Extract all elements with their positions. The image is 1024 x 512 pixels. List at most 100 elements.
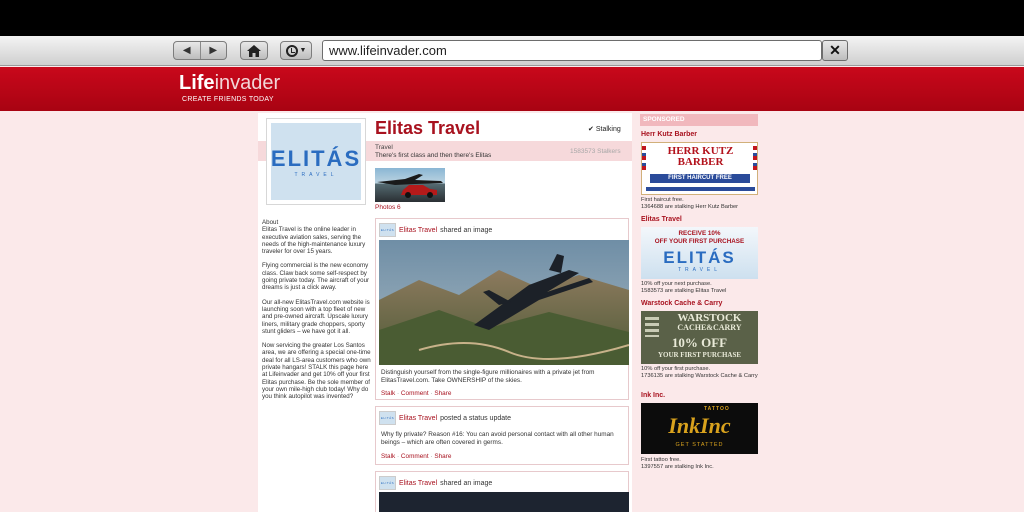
ad-description: First haircut free. 1364688 are stalking… (641, 197, 759, 211)
ad-image-text: GET STATTED (675, 442, 724, 448)
stalker-count: 1583573 Stalkers (570, 148, 621, 155)
comment-link[interactable]: Comment (401, 390, 429, 397)
sponsored-header: SPONSORED (640, 114, 758, 126)
about-paragraph: Now servicing the greater Los Santos are… (262, 342, 371, 401)
logo-subtext: TRAVEL (294, 171, 338, 178)
ad-description: 10% off your next purchase. 1583573 are … (641, 281, 759, 295)
barber-pole-icon (753, 146, 757, 172)
dropdown-caret-icon: ▼ (299, 47, 307, 54)
nav-buttons: ◀ ▶ (173, 41, 227, 60)
post-header: ELITÁS Elitas Travel shared an image (379, 223, 492, 237)
ad-offer: First haircut free. (641, 197, 684, 203)
ad-stalkers: 1583573 are stalking Elitas Travel (641, 287, 727, 294)
post-text: Distinguish yourself from the single-fig… (381, 369, 595, 384)
stalking-label: Stalking (595, 126, 621, 133)
back-arrow-icon: ◀ (182, 45, 191, 56)
site-tagline: CREATE FRIENDS TODAY (182, 96, 274, 103)
ad-offer: 10% off your next purchase. (641, 281, 712, 287)
post-image[interactable] (379, 240, 629, 365)
ad-title[interactable]: Herr Kutz Barber (641, 131, 697, 138)
stalk-link[interactable]: Stalk (381, 390, 395, 397)
ad-image-text: RECEIVE 10% (678, 230, 721, 237)
post-author[interactable]: Elitas Travel (399, 415, 437, 422)
barber-pole-icon (642, 146, 646, 172)
site-header: Lifeinvader CREATE FRIENDS TODAY (0, 67, 1024, 111)
photo-thumbnail[interactable] (375, 168, 445, 202)
checkmark-icon: ✔ (588, 126, 594, 133)
ad-description: 10% off your first purchase. 1736135 are… (641, 366, 759, 380)
profile-description: There's first class and then there's Eli… (375, 152, 492, 159)
ad-image-text: WARSTOCK (677, 312, 742, 324)
ad-image-text: TRAVEL (677, 267, 722, 273)
post-header: ELITÁS Elitas Travel posted a status upd… (379, 411, 511, 425)
ad-image-text: OFF YOUR FIRST PURCHASE (654, 238, 745, 245)
back-button[interactable]: ◀ (174, 42, 200, 59)
logo-bold: Life (179, 72, 215, 94)
ad-title[interactable]: Warstock Cache & Carry (641, 300, 722, 307)
address-bar[interactable]: www.lifeinvader.com (322, 40, 822, 61)
ad-image-text: FIRST HAIRCUT FREE (650, 174, 750, 183)
comment-link[interactable]: Comment (401, 453, 429, 460)
post-action: posted a status update (440, 414, 511, 422)
ad-image-text: YOUR FIRST PURCHASE (657, 351, 742, 359)
post-actions: Stalk · Comment · Share (381, 453, 452, 460)
feed-post: ELITÁS Elitas Travel posted a status upd… (375, 406, 629, 465)
post-text: Why fly private? Reason #16: You can avo… (381, 431, 614, 446)
profile-picture[interactable]: ELITÁS TRAVEL (266, 118, 366, 205)
post-author[interactable]: Elitas Travel (399, 480, 437, 487)
close-icon: ✕ (829, 42, 841, 58)
forward-button[interactable]: ▶ (199, 42, 227, 59)
ad-title[interactable]: Elitas Travel (641, 216, 682, 223)
ad-title[interactable]: Ink Inc. (641, 392, 665, 399)
ad-image-text: InkInc (668, 413, 731, 438)
ad-stalkers: 1364688 are stalking Herr Kutz Barber (641, 203, 739, 210)
ad-image-elitas[interactable]: RECEIVE 10% OFF YOUR FIRST PURCHASE ELIT… (641, 227, 758, 279)
avatar[interactable]: ELITÁS (379, 476, 396, 490)
ad-stripe (646, 187, 755, 191)
ad-description: First tattoo free. 1397557 are stalking … (641, 457, 759, 471)
ad-image-text: ELITÁS (663, 248, 736, 267)
share-link[interactable]: Share (434, 453, 451, 460)
ad-offer: First tattoo free. (641, 457, 681, 463)
stalking-toggle[interactable]: ✔ Stalking (588, 125, 621, 133)
ad-image-ink-inc[interactable]: TATTOO InkInc GET STATTED (641, 403, 758, 454)
post-author[interactable]: Elitas Travel (399, 227, 437, 234)
avatar[interactable]: ELITÁS (379, 411, 396, 425)
site-logo[interactable]: Lifeinvader (179, 72, 280, 95)
chevron-icon (645, 317, 659, 337)
jet-over-mountains-image (379, 240, 629, 365)
ad-image-text: CACHE&CARRY (677, 323, 742, 332)
clock-icon (285, 44, 298, 57)
feed-post: ELITÁS Elitas Travel shared an image (375, 471, 629, 512)
home-icon (247, 44, 261, 57)
logo-light: invader (214, 72, 281, 94)
about-paragraph: Elitas Travel is the online leader in ex… (262, 226, 366, 256)
browser-toolbar: ◀ ▶ ▼ www.lifeinvader.com ✕ (0, 36, 1024, 66)
ad-offer: 10% off your first purchase. (641, 366, 711, 372)
ad-stalkers: 1397557 are stalking Ink Inc. (641, 463, 714, 470)
profile-category: Travel (375, 144, 393, 151)
about-paragraph: Flying commercial is the new economy cla… (262, 262, 370, 292)
photos-link[interactable]: Photos 6 (375, 204, 401, 211)
post-image[interactable] (379, 492, 629, 512)
car-jet-icon (377, 174, 443, 198)
home-button[interactable] (240, 41, 268, 60)
history-button[interactable]: ▼ (280, 41, 312, 60)
avatar[interactable]: ELITÁS (379, 223, 396, 237)
logo-wordmark: ELITÁS (270, 145, 362, 171)
ad-image-warstock[interactable]: WARSTOCK CACHE&CARRY 10% OFF YOUR FIRST … (641, 311, 758, 364)
share-link[interactable]: Share (434, 390, 451, 397)
profile-name: Elitas Travel (375, 118, 481, 138)
post-action: shared an image (440, 479, 493, 487)
about-section: About Elitas Travel is the online leader… (262, 219, 372, 408)
ad-image-herr-kutz[interactable]: HERR KUTZ BARBER FIRST HAIRCUT FREE (641, 142, 758, 195)
about-title: About (262, 219, 279, 226)
top-black-bar (0, 0, 1024, 36)
profile-logo: ELITÁS TRAVEL (271, 123, 361, 200)
ad-stalkers: 1736135 are stalking Warstock Cache & Ca… (641, 372, 758, 379)
ad-image-text: TATTOO (704, 406, 730, 412)
post-actions: Stalk · Comment · Share (381, 390, 452, 397)
feed-post: ELITÁS Elitas Travel shared an image Dis… (375, 218, 629, 400)
stalk-link[interactable]: Stalk (381, 453, 395, 460)
close-button[interactable]: ✕ (822, 40, 848, 61)
